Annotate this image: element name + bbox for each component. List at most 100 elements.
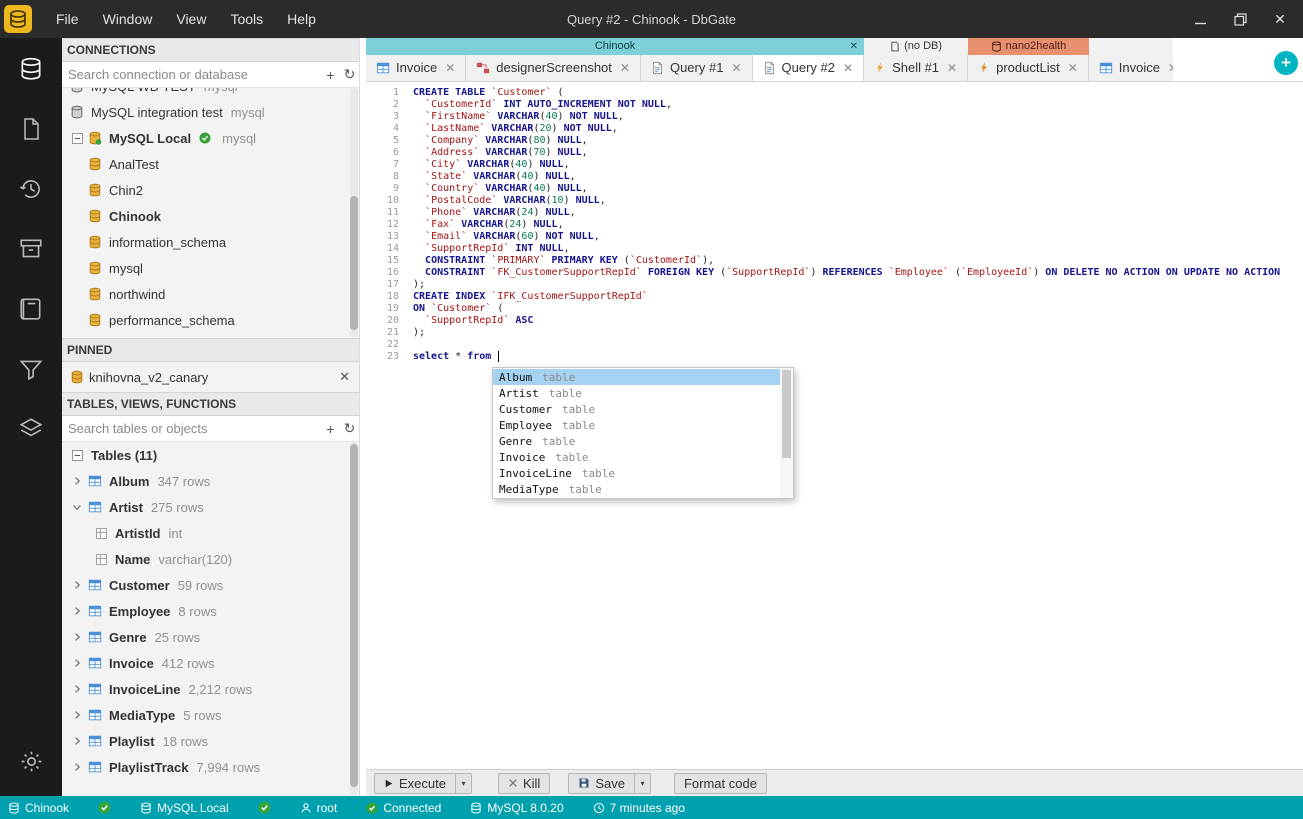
autocomplete-item[interactable]: Invoice table [493, 449, 780, 465]
tables-search-input[interactable] [62, 416, 321, 441]
add-connection-button[interactable]: + [321, 62, 340, 87]
app-body: CONNECTIONS + ↻ MySQL WD TESTmysqlMySQL … [0, 38, 1303, 796]
connections-search-input[interactable] [62, 62, 321, 87]
column-item[interactable]: Name varchar(120) [62, 546, 359, 572]
execute-dropdown-button[interactable]: ▾ [455, 772, 472, 794]
autocomplete-item[interactable]: MediaType table [493, 481, 780, 497]
menu-help[interactable]: Help [275, 0, 328, 38]
table-item[interactable]: Playlist 18 rows [62, 728, 359, 754]
activity-book[interactable] [14, 292, 48, 326]
activity-history[interactable] [14, 172, 48, 206]
database-item[interactable]: Chin2 [62, 177, 359, 203]
connection-item[interactable]: MySQL WD TEST mysql [62, 88, 359, 99]
line-number: 12 [386, 219, 399, 230]
new-tab-button[interactable]: + [1274, 51, 1298, 75]
save-button[interactable]: Save [568, 772, 635, 794]
refresh-connections-button[interactable]: ↻ [340, 62, 359, 87]
table-item[interactable]: Album 347 rows [62, 468, 359, 494]
close-tab-icon[interactable]: ✕ [1168, 61, 1173, 75]
column-item[interactable]: ArtistId int [62, 520, 359, 546]
close-tab-icon[interactable]: ✕ [620, 61, 630, 75]
tab[interactable]: Query #2 ✕ [752, 54, 865, 81]
minus-box-icon [68, 132, 86, 144]
database-item[interactable]: Chinook [62, 203, 359, 229]
status-label: Connected [383, 800, 442, 815]
tables-header: TABLES, VIEWS, FUNCTIONS [62, 392, 359, 416]
tab[interactable]: productList ✕ [968, 54, 1089, 81]
scrollbar-thumb[interactable] [782, 370, 791, 459]
table-icon [376, 61, 390, 75]
activity-funnel[interactable] [14, 352, 48, 386]
line-number: 11 [386, 207, 399, 218]
close-tab-icon[interactable]: ✕ [731, 61, 741, 75]
close-button[interactable]: ✕ [1267, 6, 1293, 32]
tab[interactable]: Shell #1 ✕ [864, 54, 969, 81]
activity-database[interactable] [14, 52, 48, 86]
activity-file[interactable] [14, 112, 48, 146]
code-line: CREATE TABLE `Customer` ( [413, 87, 564, 98]
statusbar: Chinook MySQL Local root Connected MySQL 8.0… [0, 796, 1303, 819]
close-tab-icon[interactable]: ✕ [947, 61, 957, 75]
autocomplete-scrollbar[interactable] [780, 368, 793, 498]
tab[interactable]: Query #1 ✕ [640, 54, 753, 81]
table-item[interactable]: Genre 25 rows [62, 624, 359, 650]
database-item[interactable]: northwind [62, 281, 359, 307]
code-line: ); [413, 279, 426, 290]
menu-view[interactable]: View [164, 0, 218, 38]
execute-button[interactable]: Execute [374, 772, 456, 794]
refresh-tables-button[interactable]: ↻ [340, 416, 359, 441]
menu-window[interactable]: Window [91, 0, 165, 38]
table-item[interactable]: Invoice 412 rows [62, 650, 359, 676]
table-item[interactable]: Artist 275 rows [62, 494, 359, 520]
maximize-button[interactable] [1227, 6, 1253, 32]
table-item[interactable]: MediaType 5 rows [62, 702, 359, 728]
format-code-button[interactable]: Format code [673, 772, 767, 794]
autocomplete-item[interactable]: Album table [493, 369, 780, 385]
activity-layers[interactable] [14, 412, 48, 446]
tab[interactable]: designerScreenshot ✕ [466, 54, 641, 81]
unpin-icon[interactable]: ✕ [339, 369, 350, 385]
scrollbar-thumb[interactable] [350, 444, 358, 788]
button-label: Kill [522, 775, 541, 791]
menu-file[interactable]: File [44, 0, 91, 38]
engine-label: mysql [204, 88, 238, 94]
autocomplete-item[interactable]: InvoiceLine table [493, 465, 780, 481]
autocomplete-item[interactable]: Genre table [493, 433, 780, 449]
database-item[interactable]: AnalTest [62, 151, 359, 177]
kill-button[interactable]: Kill [497, 772, 551, 794]
table-item[interactable]: InvoiceLine 2,212 rows [62, 676, 359, 702]
scrollbar-thumb[interactable] [350, 196, 358, 330]
save-dropdown-button[interactable]: ▾ [634, 772, 651, 794]
close-tab-icon[interactable]: ✕ [445, 61, 455, 75]
database-item[interactable]: mysql [62, 255, 359, 281]
suggestion-kind: table [568, 482, 602, 496]
engine-label: mysql [222, 130, 257, 146]
save-icon [578, 777, 590, 789]
autocomplete-item[interactable]: Artist table [493, 385, 780, 401]
database-item[interactable]: performance_schema [62, 307, 359, 333]
table-item[interactable]: PlaylistTrack 7,994 rows [62, 754, 359, 780]
table-item[interactable]: Customer 59 rows [62, 572, 359, 598]
autocomplete-item[interactable]: Employee table [493, 417, 780, 433]
activity-gear[interactable] [14, 744, 48, 778]
tab[interactable]: Invoice ✕ [366, 54, 467, 81]
add-table-button[interactable]: + [321, 416, 340, 441]
tables-header-label: TABLES, VIEWS, FUNCTIONS [67, 397, 237, 411]
database-item[interactable]: information_schema [62, 229, 359, 255]
close-tab-icon[interactable]: ✕ [843, 61, 853, 75]
tables-scrollbar[interactable] [350, 442, 358, 796]
activity-archive[interactable] [14, 232, 48, 266]
tab[interactable]: Invoice ✕ [1088, 54, 1173, 81]
pinned-item[interactable]: knihovna_v2_canary ✕ [62, 362, 359, 392]
tables-root[interactable]: Tables (11) [62, 442, 359, 468]
autocomplete-item[interactable]: Customer table [493, 401, 780, 417]
minimize-button[interactable] [1187, 6, 1213, 32]
table-item[interactable]: Employee 8 rows [62, 598, 359, 624]
close-group-icon[interactable]: ✕ [850, 41, 858, 52]
close-tab-icon[interactable]: ✕ [1068, 61, 1078, 75]
connections-scrollbar[interactable] [350, 88, 358, 338]
connection-item[interactable]: MySQL Local mysql [62, 125, 359, 151]
menu-tools[interactable]: Tools [218, 0, 275, 38]
connection-item[interactable]: MySQL integration test mysql [62, 99, 359, 125]
sql-file-icon [763, 61, 776, 75]
